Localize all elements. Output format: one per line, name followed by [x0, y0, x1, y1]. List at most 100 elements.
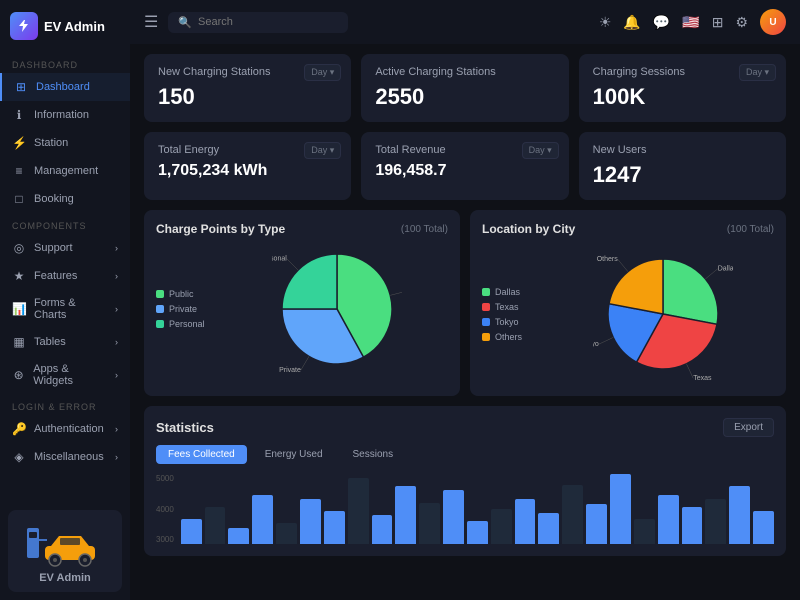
layout-icon[interactable]: ⊞ [712, 14, 724, 31]
flag-icon[interactable]: 🇺🇸 [682, 14, 699, 31]
sidebar-item-miscellaneous[interactable]: ◈ Miscellaneous › [0, 443, 130, 471]
stat-card-active-charging-stations: Active Charging Stations2550 [361, 54, 568, 122]
apps-widgets-chevron-icon: › [115, 370, 118, 380]
bar-13 [491, 509, 512, 544]
sidebar-item-support[interactable]: ◎Support› [0, 234, 130, 262]
authentication-chevron-icon: › [115, 424, 118, 434]
sidebar-item-label-booking: Booking [34, 193, 74, 205]
legend-label-others: Others [495, 332, 522, 342]
bell-icon[interactable]: 🔔 [623, 14, 640, 31]
sun-icon[interactable]: ☀ [599, 14, 612, 31]
legend-dot-tokyo [482, 318, 490, 326]
features-icon: ★ [12, 269, 26, 283]
logo-text: EV Admin [44, 19, 105, 34]
sidebar-item-information[interactable]: ℹInformation [0, 101, 130, 129]
bar-18 [610, 474, 631, 544]
y-axis-labels: 5000 4000 3000 [156, 474, 178, 544]
pie-label-private: Private [279, 367, 301, 374]
pie-line-texas [686, 364, 693, 378]
pie-label-personal: Personal [272, 256, 287, 263]
sidebar-item-station[interactable]: ⚡Station [0, 129, 130, 157]
bar-20 [658, 495, 679, 544]
legend-dot-texas [482, 303, 490, 311]
hamburger-icon[interactable]: ☰ [144, 12, 158, 32]
charts-row: Charge Points by Type (100 Total) Public… [144, 210, 786, 396]
bar-16 [562, 485, 583, 544]
charge-points-legend: PublicPrivatePersonal [156, 289, 216, 329]
chat-icon[interactable]: 💬 [653, 14, 670, 31]
stat-cards-grid: New Charging Stations150Day ▾Active Char… [144, 54, 786, 200]
legend-dot-personal [156, 320, 164, 328]
charge-points-pie: PublicPrivatePersonal [226, 244, 448, 374]
search-bar[interactable]: 🔍 [168, 12, 348, 33]
y-label-3000: 3000 [156, 535, 174, 544]
sidebar-item-label-forms-charts: Forms & Charts [34, 297, 107, 321]
legend-label-dallas: Dallas [495, 287, 520, 297]
legend-label-tokyo: Tokyo [495, 317, 519, 327]
sidebar-section-login-&-error: LOGIN & ERROR [0, 394, 130, 415]
bar-7 [348, 478, 369, 544]
tables-icon: ▦ [12, 335, 26, 349]
sidebar-item-label-miscellaneous: Miscellaneous [34, 451, 104, 463]
avatar[interactable]: U [760, 9, 786, 35]
sidebar-item-forms-charts[interactable]: 📊Forms & Charts› [0, 290, 130, 328]
features-chevron-icon: › [115, 271, 118, 281]
header: ☰ 🔍 ☀ 🔔 💬 🇺🇸 ⊞ ⚙ U [130, 0, 800, 44]
legend-dot-dallas [482, 288, 490, 296]
support-chevron-icon: › [115, 243, 118, 253]
stats-tab-sessions[interactable]: Sessions [341, 445, 406, 464]
sidebar-item-label-features: Features [34, 270, 77, 282]
statistics-tabs: Fees Collected Energy Used Sessions [156, 445, 774, 464]
sidebar-item-label-information: Information [34, 109, 89, 121]
pie-label-dallas: Dallas [718, 266, 733, 273]
header-icons: ☀ 🔔 💬 🇺🇸 ⊞ ⚙ U [599, 9, 786, 35]
sidebar-item-authentication[interactable]: 🔑Authentication› [0, 415, 130, 443]
statistics-header: Statistics Export [156, 418, 774, 437]
pie-line-dallas [705, 269, 717, 279]
bars-container [181, 474, 774, 544]
charge-points-title: Charge Points by Type [156, 222, 285, 236]
stat-card-value-total-revenue: 196,458.7 [375, 162, 554, 180]
bar-1 [205, 507, 226, 544]
stat-card-badge-total-revenue[interactable]: Day ▾ [522, 142, 559, 159]
pie-line-tokyo [599, 337, 613, 344]
sidebar-item-label-apps-widgets: Apps & Widgets [33, 363, 107, 387]
export-button[interactable]: Export [723, 418, 774, 437]
legend-dot-private [156, 305, 164, 313]
stat-card-new-users: New Users1247 [579, 132, 786, 200]
bar-6 [324, 511, 345, 544]
stat-card-badge-total-energy[interactable]: Day ▾ [304, 142, 341, 159]
sidebar-item-tables[interactable]: ▦Tables› [0, 328, 130, 356]
stats-tab-energy-used[interactable]: Energy Used [253, 445, 335, 464]
sidebar-item-features[interactable]: ★ Features › [0, 262, 130, 290]
stat-card-value-active-charging-stations: 2550 [375, 84, 554, 110]
pie-line-personal [287, 259, 298, 270]
bar-21 [682, 507, 703, 544]
stat-card-value-new-charging-stations: 150 [158, 84, 337, 110]
management-icon: ≡ [12, 164, 26, 178]
bar-12 [467, 521, 488, 544]
sidebar-item-label-support: Support [34, 242, 73, 254]
stat-card-total-energy: Total Energy1,705,234 kWhDay ▾ [144, 132, 351, 200]
stat-card-new-charging-stations: New Charging Stations150Day ▾ [144, 54, 351, 122]
miscellaneous-chevron-icon: › [115, 452, 118, 462]
content-area: New Charging Stations150Day ▾Active Char… [130, 44, 800, 600]
sidebar-item-booking[interactable]: □Booking [0, 185, 130, 213]
ev-admin-card: EV Admin [8, 510, 122, 592]
stats-tab-fees-collected[interactable]: Fees Collected [156, 445, 247, 464]
sidebar-item-dashboard[interactable]: ⊞ Dashboard [0, 73, 130, 101]
stat-card-badge-charging-sessions[interactable]: Day ▾ [739, 64, 776, 81]
stat-card-badge-new-charging-stations[interactable]: Day ▾ [304, 64, 341, 81]
legend-dot-others [482, 333, 490, 341]
dashboard-icon: ⊞ [14, 80, 28, 94]
bar-22 [705, 499, 726, 544]
sidebar-item-apps-widgets[interactable]: ⊛Apps & Widgets› [0, 356, 130, 394]
sidebar-section-dashboard: DASHBOARD [0, 52, 130, 73]
sidebar-item-label-dashboard: Dashboard [36, 81, 90, 93]
sidebar-item-management[interactable]: ≡Management [0, 157, 130, 185]
miscellaneous-icon: ◈ [12, 450, 26, 464]
search-input[interactable] [198, 16, 338, 28]
settings-icon[interactable]: ⚙ [735, 14, 748, 31]
station-icon: ⚡ [12, 136, 26, 150]
stat-card-value-new-users: 1247 [593, 162, 772, 188]
